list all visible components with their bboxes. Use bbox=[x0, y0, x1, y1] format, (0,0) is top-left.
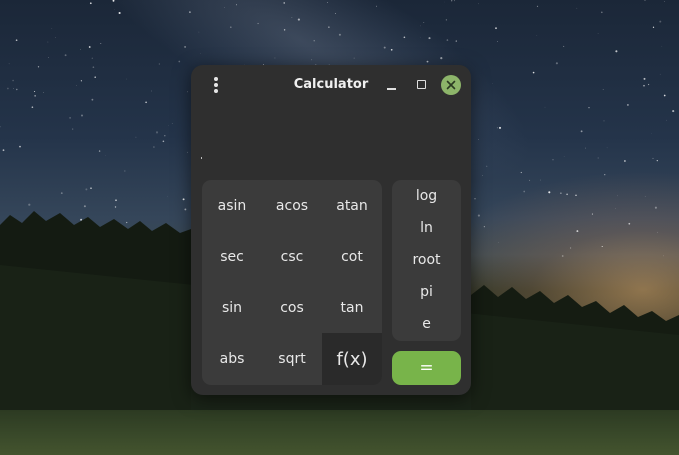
abs-button[interactable]: abs bbox=[202, 333, 262, 385]
equals-button[interactable]: = bbox=[392, 351, 461, 385]
calculator-window: Calculator asin acos atan sec csc cot si… bbox=[191, 65, 471, 395]
pi-button[interactable]: pi bbox=[392, 276, 461, 308]
desktop-wallpaper: Calculator asin acos atan sec csc cot si… bbox=[0, 0, 679, 455]
window-title: Calculator bbox=[293, 77, 369, 92]
function-button[interactable]: f(x) bbox=[322, 333, 382, 385]
text-cursor bbox=[201, 157, 202, 159]
asin-button[interactable]: asin bbox=[202, 180, 262, 231]
minimize-button[interactable] bbox=[383, 76, 401, 94]
minimize-icon bbox=[387, 88, 396, 90]
tan-button[interactable]: tan bbox=[322, 282, 382, 333]
function-keypad: asin acos atan sec csc cot sin cos tan a… bbox=[202, 180, 382, 385]
maximize-icon bbox=[417, 80, 426, 89]
acos-button[interactable]: acos bbox=[262, 180, 322, 231]
csc-button[interactable]: csc bbox=[262, 231, 322, 282]
sec-button[interactable]: sec bbox=[202, 231, 262, 282]
log-button[interactable]: log bbox=[392, 180, 461, 212]
maximize-button[interactable] bbox=[413, 76, 431, 94]
titlebar: Calculator bbox=[191, 65, 471, 107]
meadow bbox=[0, 410, 679, 455]
root-button[interactable]: root bbox=[392, 244, 461, 276]
cot-button[interactable]: cot bbox=[322, 231, 382, 282]
e-button[interactable]: e bbox=[392, 308, 461, 340]
calculator-display[interactable] bbox=[191, 107, 471, 177]
vertical-dots-icon[interactable] bbox=[207, 75, 225, 95]
sqrt-button[interactable]: sqrt bbox=[262, 333, 322, 385]
sin-button[interactable]: sin bbox=[202, 282, 262, 333]
cos-button[interactable]: cos bbox=[262, 282, 322, 333]
close-icon bbox=[446, 80, 456, 90]
close-button[interactable] bbox=[441, 75, 461, 95]
constants-keypad: log ln root pi e bbox=[392, 180, 461, 341]
ln-button[interactable]: ln bbox=[392, 212, 461, 244]
atan-button[interactable]: atan bbox=[322, 180, 382, 231]
